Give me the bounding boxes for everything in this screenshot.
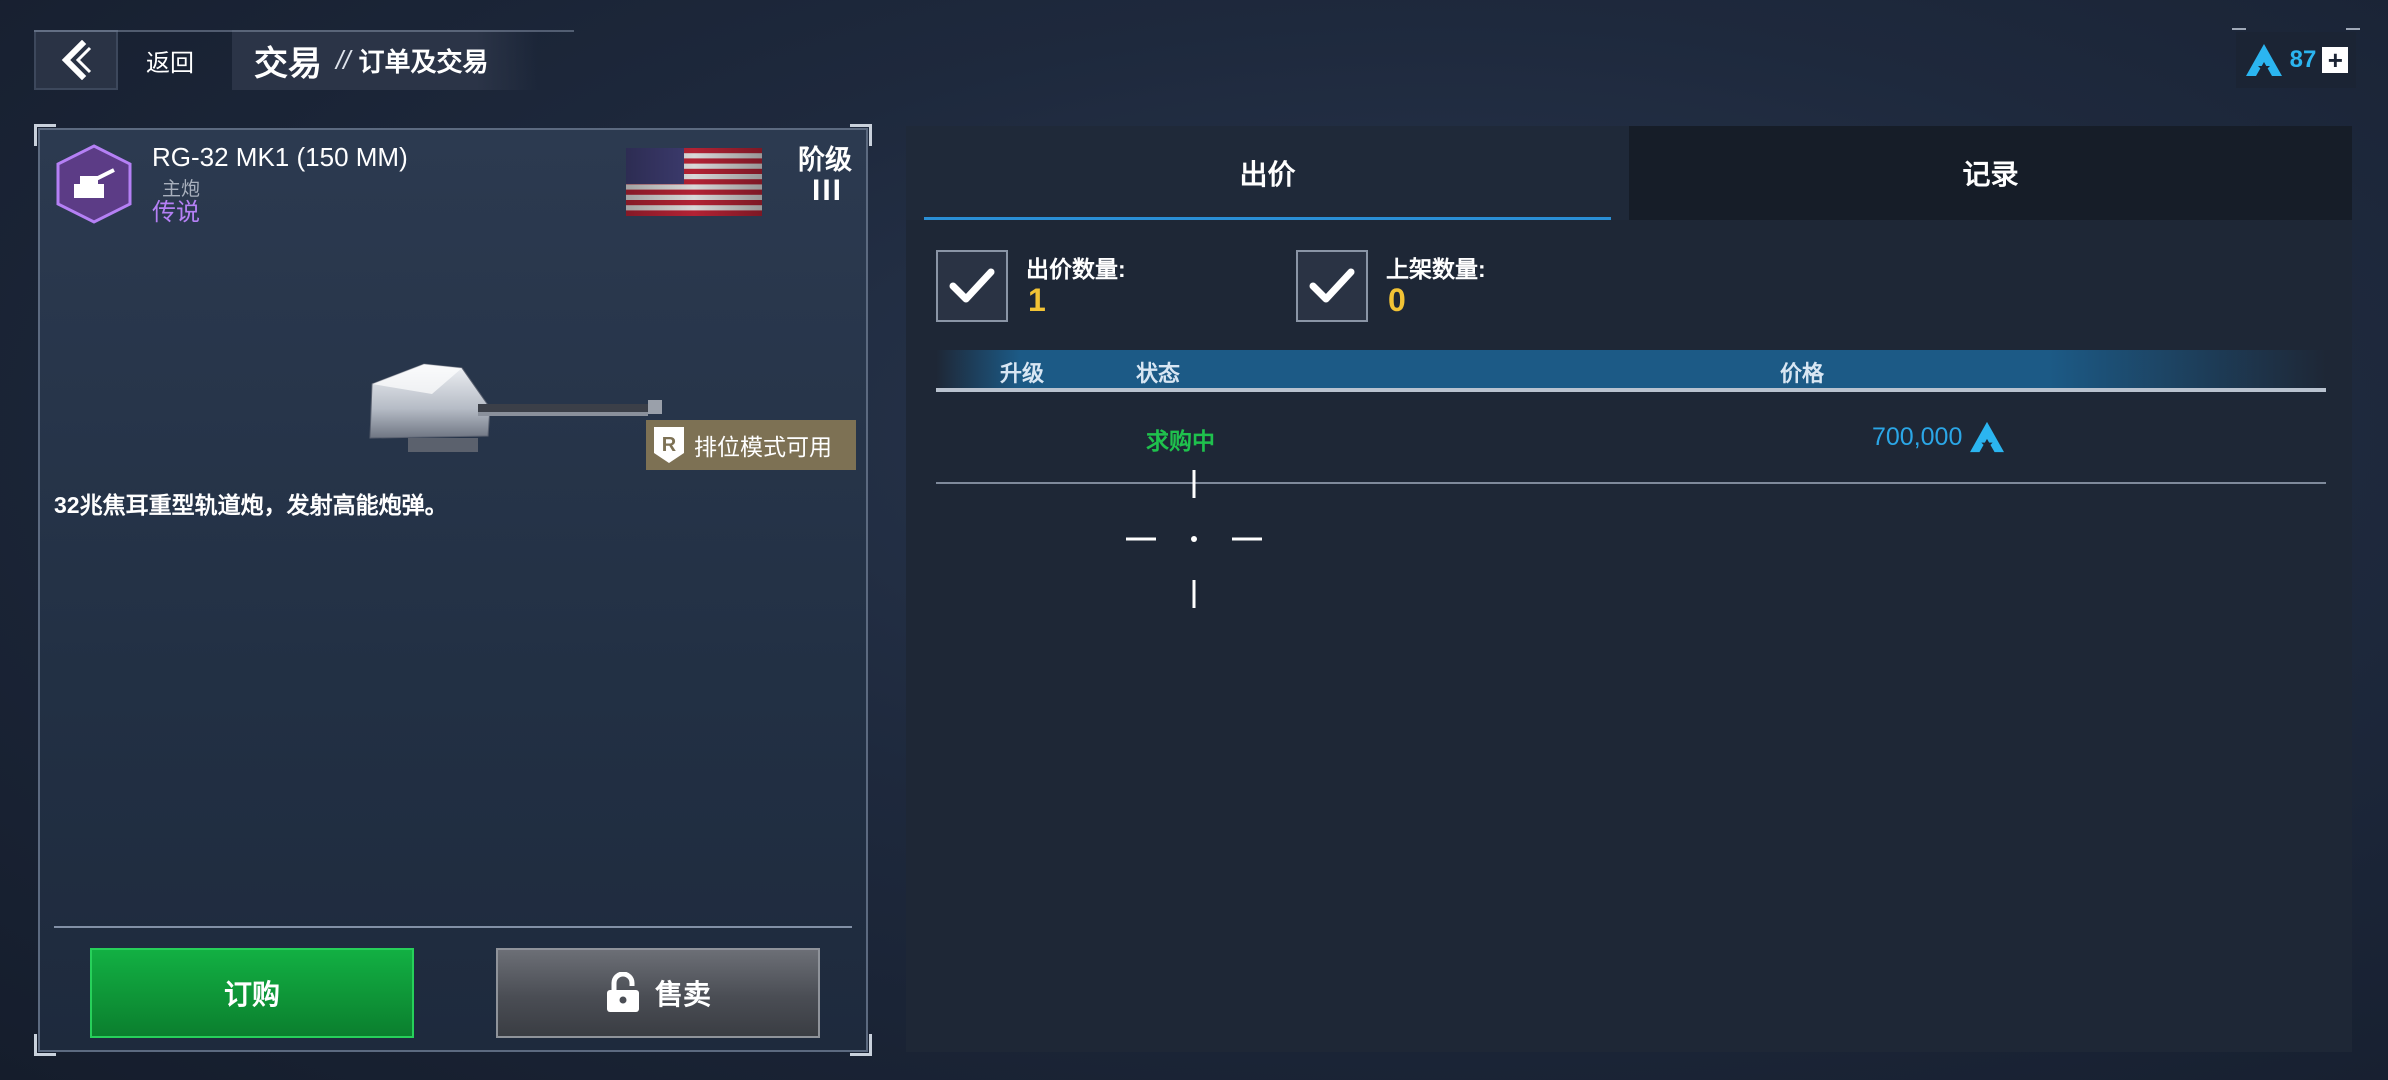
item-detail-panel: RG-32 MK1 (150 MM) 主炮 传说 阶级 III R 排位模式可用…: [34, 124, 872, 1056]
header-divider: [34, 30, 574, 32]
bid-qty-value: 1: [1028, 282, 1046, 318]
order-status: 求购中: [1146, 428, 1215, 454]
page-title: 交易: [254, 44, 322, 83]
back-label[interactable]: 返回: [146, 43, 220, 78]
sell-button[interactable]: 售卖: [496, 948, 820, 1038]
ranked-mode-text: 排位模式可用: [694, 434, 832, 460]
crosshair-icon: [1126, 470, 1262, 608]
title-separator: //: [336, 44, 351, 75]
lock-icon: [606, 972, 639, 1012]
column-header-status: 状态: [1136, 361, 1181, 386]
item-rarity: 传说: [152, 199, 200, 226]
chevron-left-icon: [61, 40, 92, 80]
corner-bracket: [34, 124, 56, 146]
ranked-mode-badge: R 排位模式可用: [646, 420, 856, 470]
table-header: 升级 状态 价格: [936, 350, 2326, 390]
sell-label: 售卖: [654, 979, 711, 1010]
tier-label: 阶级: [798, 145, 852, 175]
checkmark-icon: [1309, 268, 1355, 303]
panel-divider: [54, 926, 852, 928]
corner-bracket: [850, 1034, 872, 1056]
corner-bracket: [850, 124, 872, 146]
buy-order-label: 订购: [223, 979, 280, 1010]
order-price-value: 700,000: [1872, 422, 1963, 451]
column-header-price: 价格: [1780, 361, 1825, 386]
tier-value: III: [812, 174, 844, 207]
corner-bracket: [34, 1034, 56, 1056]
main-gun-icon: [56, 144, 132, 224]
item-name: RG-32 MK1 (150 MM): [152, 142, 408, 172]
tab-bar: 出价 记录: [906, 126, 2352, 220]
market-panel: 出价 记录 出价数量: 1 上架数量: 0 升级 状态 价格 求购中 700,0…: [906, 126, 2352, 1052]
corner-decor: [2346, 28, 2360, 30]
listed-qty-value: 0: [1388, 282, 1406, 318]
item-description: 32兆焦耳重型轨道炮，发射高能炮弹。: [54, 492, 448, 518]
svg-text:R: R: [662, 434, 677, 456]
tab-records-label: 记录: [1962, 159, 2019, 190]
tab-bids[interactable]: 出价: [906, 126, 1629, 220]
column-header-upgrade: 升级: [1000, 361, 1045, 386]
page-subtitle: 订单及交易: [358, 46, 489, 77]
tab-records[interactable]: 记录: [1629, 126, 2352, 220]
a-logo-icon: [1970, 421, 2005, 453]
top-bar: 返回 交易 // 订单及交易: [34, 30, 574, 90]
plus-icon[interactable]: +: [2322, 47, 2349, 73]
currency-display[interactable]: 87 +: [2232, 28, 2360, 88]
currency-value: 87: [2289, 46, 2317, 73]
bid-qty-label: 出价数量:: [1026, 256, 1126, 282]
order-price: 700,000: [1872, 420, 2006, 454]
ranked-shield-icon: R: [654, 427, 684, 463]
tab-bids-label: 出价: [1239, 159, 1296, 190]
checkmark-icon: [949, 268, 995, 303]
listed-qty-label: 上架数量:: [1386, 256, 1486, 282]
listed-qty-checkbox[interactable]: [1296, 250, 1368, 322]
page-title-box: 交易 // 订单及交易: [232, 30, 539, 90]
corner-decor: [2232, 28, 2246, 30]
usa-flag: [626, 148, 762, 216]
back-button[interactable]: [34, 30, 118, 90]
a-logo-icon: [2245, 44, 2282, 76]
table-header-divider: [936, 388, 2326, 392]
bid-qty-checkbox[interactable]: [936, 250, 1008, 322]
buy-order-button[interactable]: 订购: [90, 948, 414, 1038]
